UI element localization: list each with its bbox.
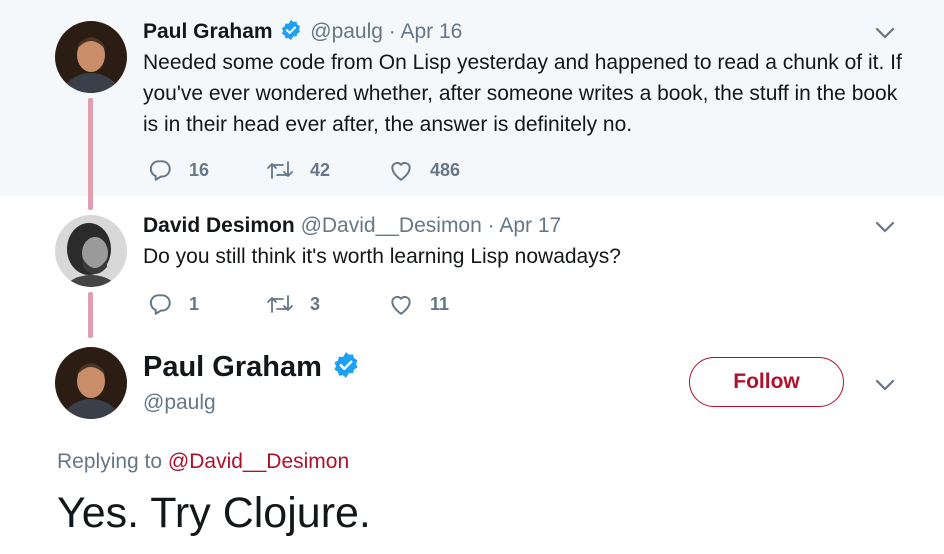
- replying-prefix: Replying to: [57, 450, 163, 473]
- follow-button[interactable]: Follow: [689, 357, 844, 407]
- caret-down-icon[interactable]: [873, 21, 897, 45]
- retweet-button[interactable]: 3: [266, 291, 320, 317]
- author-name[interactable]: Paul Graham: [143, 351, 322, 383]
- reply-button[interactable]: 16: [147, 157, 209, 183]
- thread-line: [88, 292, 93, 338]
- tweet-text: Do you still think it's worth learning L…: [143, 245, 621, 268]
- caret-down-icon[interactable]: [873, 373, 897, 397]
- replying-mention-link[interactable]: @David__Desimon: [168, 450, 349, 473]
- main-tweet-text: Yes. Try Clojure.: [57, 489, 371, 537]
- reply-button[interactable]: 1: [147, 291, 199, 317]
- retweet-count: 42: [310, 159, 331, 180]
- tweet-date[interactable]: Apr 16: [400, 20, 462, 43]
- author-name[interactable]: Paul Graham: [143, 20, 273, 43]
- main-author-name: Paul Graham: [143, 350, 362, 387]
- like-button[interactable]: 11: [388, 291, 449, 317]
- reply-icon: [147, 157, 173, 183]
- like-count: 11: [430, 293, 450, 314]
- tweet-header: Paul Graham @paulg · Apr 16: [143, 19, 462, 48]
- separator-dot: ·: [487, 214, 495, 237]
- avatar[interactable]: [55, 215, 127, 287]
- verified-icon: [280, 19, 302, 48]
- avatar[interactable]: [55, 21, 127, 93]
- author-name[interactable]: David Desimon: [143, 214, 295, 237]
- tweet-date[interactable]: Apr 17: [499, 214, 561, 237]
- tweet-header: David Desimon @David__Desimon · Apr 17: [143, 213, 561, 239]
- tweet-text: Needed some code from On Lisp yesterday …: [143, 51, 902, 136]
- reply-count: 1: [189, 293, 200, 314]
- retweet-button[interactable]: 42: [266, 157, 330, 183]
- reply-count: 16: [189, 159, 210, 180]
- main-author-handle[interactable]: @paulg: [143, 391, 216, 415]
- retweet-icon: [266, 157, 294, 183]
- caret-down-icon[interactable]: [873, 215, 897, 239]
- retweet-icon: [266, 291, 294, 317]
- author-handle[interactable]: @paulg: [310, 20, 383, 43]
- reply-icon: [147, 291, 173, 317]
- avatar[interactable]: [55, 347, 127, 419]
- verified-icon: [332, 351, 360, 387]
- like-icon: [388, 291, 414, 317]
- like-icon: [388, 157, 414, 183]
- retweet-count: 3: [310, 293, 321, 314]
- like-count: 486: [430, 159, 461, 180]
- like-button[interactable]: 486: [388, 157, 460, 183]
- replying-to: Replying to @David__Desimon: [57, 450, 349, 474]
- author-handle[interactable]: @David__Desimon: [301, 214, 482, 237]
- thread-line: [88, 98, 93, 210]
- separator-dot: ·: [388, 20, 396, 43]
